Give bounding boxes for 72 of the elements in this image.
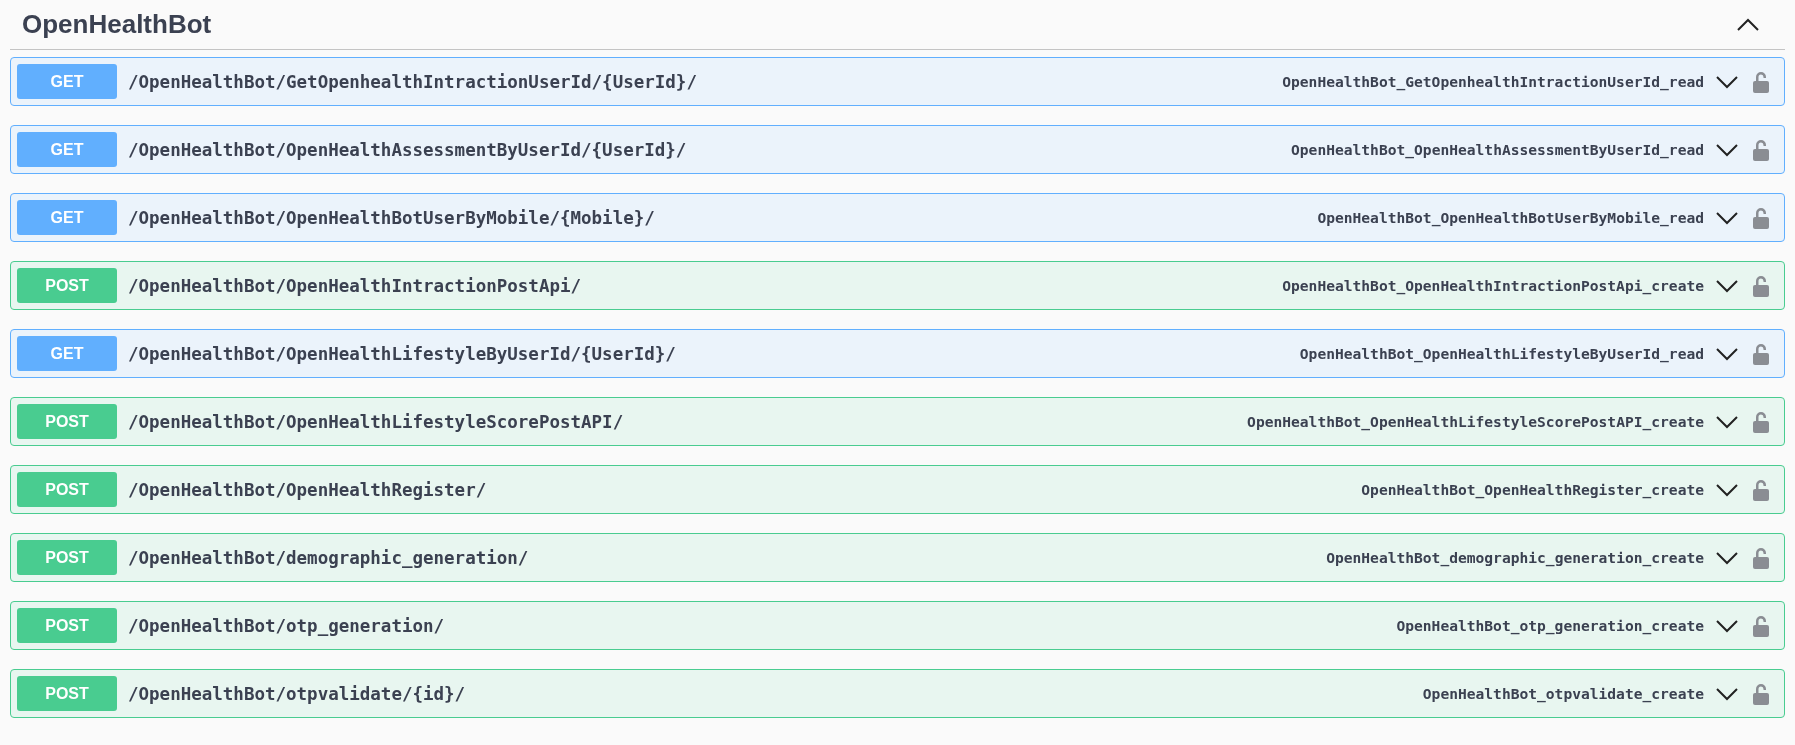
caret-icon <box>1716 550 1738 565</box>
method-badge: GET <box>17 64 117 99</box>
operation-bar[interactable]: POST /OpenHealthBot/OpenHealthRegister/ OpenHealthBot_OpenHealthRegister_create <box>10 465 1785 514</box>
caret-icon <box>1737 17 1759 32</box>
unlocked-padlock-icon[interactable] <box>1752 206 1770 229</box>
endpoint-path: /OpenHealthBot/OpenHealthLifestyleScorePostAPI/ <box>128 411 625 432</box>
operation-id: OpenHealthBot_demographic_generation_create <box>1326 549 1704 566</box>
expand-button[interactable] <box>1716 550 1738 565</box>
operation-id: OpenHealthBot_otp_generation_create <box>1396 617 1704 634</box>
unlocked-padlock-icon[interactable] <box>1752 70 1770 93</box>
endpoint-path: /OpenHealthBot/otp_generation/ <box>128 615 446 636</box>
method-badge: GET <box>17 200 117 235</box>
tag-title[interactable]: OpenHealthBot <box>22 9 212 40</box>
method-badge: POST <box>17 268 117 303</box>
expand-button[interactable] <box>1716 618 1738 633</box>
method-badge: POST <box>17 540 117 575</box>
unlocked-padlock-icon[interactable] <box>1752 410 1770 433</box>
endpoint-path: /OpenHealthBot/OpenHealthRegister/ <box>128 479 488 500</box>
operation-bar[interactable]: GET /OpenHealthBot/OpenHealthBotUserByMobile/{Mobile}/ OpenHealthBot_OpenHealthBotUserByMobile_read <box>10 193 1785 242</box>
caret-icon <box>1716 686 1738 701</box>
caret-icon <box>1716 482 1738 497</box>
endpoint-path: /OpenHealthBot/OpenHealthLifestyleByUserId/{UserId}/ <box>128 343 677 364</box>
operation-bar[interactable]: POST /OpenHealthBot/otp_generation/ OpenHealthBot_otp_generation_create <box>10 601 1785 650</box>
caret-icon <box>1716 618 1738 633</box>
operation-id: OpenHealthBot_OpenHealthIntractionPostApi_create <box>1282 277 1704 294</box>
expand-button[interactable] <box>1716 278 1738 293</box>
unlocked-padlock-icon[interactable] <box>1752 342 1770 365</box>
expand-button[interactable] <box>1716 210 1738 225</box>
unlocked-padlock-icon[interactable] <box>1752 682 1770 705</box>
method-badge: POST <box>17 472 117 507</box>
unlocked-padlock-icon[interactable] <box>1752 478 1770 501</box>
unlocked-padlock-icon[interactable] <box>1752 546 1770 569</box>
operation-bar[interactable]: POST /OpenHealthBot/OpenHealthIntractionPostApi/ OpenHealthBot_OpenHealthIntractionPostApi_create <box>10 261 1785 310</box>
expand-button[interactable] <box>1716 482 1738 497</box>
method-badge: GET <box>17 336 117 371</box>
expand-button[interactable] <box>1716 414 1738 429</box>
operation-bar[interactable]: POST /OpenHealthBot/OpenHealthLifestyleScorePostAPI/ OpenHealthBot_OpenHealthLifestyleScorePostAPI_create <box>10 397 1785 446</box>
expand-button[interactable] <box>1716 686 1738 701</box>
operation-id: OpenHealthBot_OpenHealthLifestyleByUserId_read <box>1299 345 1704 362</box>
caret-icon <box>1716 210 1738 225</box>
method-badge: POST <box>17 608 117 643</box>
endpoint-path: /OpenHealthBot/OpenHealthBotUserByMobile/{Mobile}/ <box>128 207 656 228</box>
operation-id: OpenHealthBot_OpenHealthBotUserByMobile_read <box>1317 209 1704 226</box>
unlocked-padlock-icon[interactable] <box>1752 614 1770 637</box>
caret-icon <box>1716 74 1738 89</box>
operation-id: OpenHealthBot_OpenHealthRegister_create <box>1361 481 1704 498</box>
operation-id: OpenHealthBot_otpvalidate_create <box>1422 685 1704 702</box>
method-badge: POST <box>17 676 117 711</box>
operation-bar[interactable]: GET /OpenHealthBot/OpenHealthAssessmentByUserId/{UserId}/ OpenHealthBot_OpenHealthAssessmentByUserId_read <box>10 125 1785 174</box>
expand-button[interactable] <box>1716 346 1738 361</box>
endpoint-path: /OpenHealthBot/OpenHealthIntractionPostApi/ <box>128 275 583 296</box>
unlocked-padlock-icon[interactable] <box>1752 274 1770 297</box>
operation-id: OpenHealthBot_OpenHealthLifestyleScorePostAPI_create <box>1247 413 1704 430</box>
operation-bar[interactable]: POST /OpenHealthBot/demographic_generation/ OpenHealthBot_demographic_generation_create <box>10 533 1785 582</box>
operation-bar[interactable]: POST /OpenHealthBot/otpvalidate/{id}/ OpenHealthBot_otpvalidate_create <box>10 669 1785 718</box>
unlocked-padlock-icon[interactable] <box>1752 138 1770 161</box>
operation-id: OpenHealthBot_GetOpenhealthIntractionUserId_read <box>1282 73 1704 90</box>
endpoint-path: /OpenHealthBot/demographic_generation/ <box>128 547 530 568</box>
expand-button[interactable] <box>1716 142 1738 157</box>
operation-bar[interactable]: GET /OpenHealthBot/OpenHealthLifestyleByUserId/{UserId}/ OpenHealthBot_OpenHealthLifestyleByUserId_read <box>10 329 1785 378</box>
operation-bar[interactable]: GET /OpenHealthBot/GetOpenhealthIntractionUserId/{UserId}/ OpenHealthBot_GetOpenhealthIntractionUserId_read <box>10 57 1785 106</box>
caret-icon <box>1716 278 1738 293</box>
endpoint-path: /OpenHealthBot/OpenHealthAssessmentByUserId/{UserId}/ <box>128 139 688 160</box>
operation-id: OpenHealthBot_OpenHealthAssessmentByUserId_read <box>1291 141 1704 158</box>
method-badge: POST <box>17 404 117 439</box>
caret-icon <box>1716 346 1738 361</box>
caret-icon <box>1716 142 1738 157</box>
endpoint-path: /OpenHealthBot/otpvalidate/{id}/ <box>128 683 467 704</box>
method-badge: GET <box>17 132 117 167</box>
endpoint-path: /OpenHealthBot/GetOpenhealthIntractionUserId/{UserId}/ <box>128 71 698 92</box>
caret-icon <box>1716 414 1738 429</box>
expand-button[interactable] <box>1716 74 1738 89</box>
